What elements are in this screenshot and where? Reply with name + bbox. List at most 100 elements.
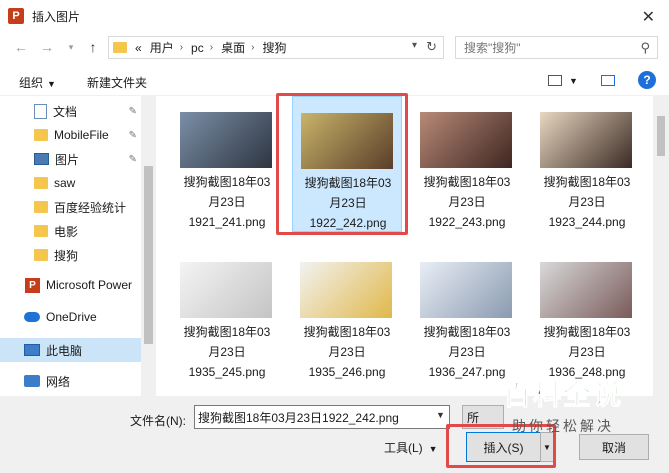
chevron-down-icon[interactable]: ▾ — [412, 40, 417, 51]
chevron-down-icon: ▼ — [428, 444, 438, 454]
back-arrow-icon[interactable]: ← — [10, 36, 32, 58]
file-name-line: 月23日 — [448, 195, 486, 209]
folder-icon — [34, 225, 48, 237]
file-tile-244[interactable]: 搜狗截图18年03 月23日 1923_244.png — [532, 96, 642, 232]
file-name-line: 搜狗截图18年03 — [303, 325, 391, 339]
close-icon[interactable]: ✕ — [642, 7, 655, 27]
up-arrow-icon[interactable]: ↑ — [82, 36, 104, 58]
search-input[interactable]: 搜索"搜狗" ⚲ — [455, 36, 658, 59]
folder-icon — [34, 177, 48, 189]
file-tile-247[interactable]: 搜狗截图18年03 月23日 1936_247.png — [412, 246, 522, 382]
file-name: 搜狗截图18年03 月23日 1935_245.png — [172, 322, 282, 382]
recent-dropdown-icon[interactable]: ▾ — [60, 36, 82, 58]
refresh-icon[interactable]: ↻ — [426, 39, 437, 55]
search-placeholder: 搜索"搜狗" — [464, 41, 521, 55]
breadcrumb-pc[interactable]: pc — [191, 41, 204, 55]
search-icon[interactable]: ⚲ — [640, 40, 650, 56]
sidebar-item-pictures[interactable]: 图片 ✎ — [0, 147, 141, 171]
title-bar: P 插入图片 ✕ — [0, 0, 669, 32]
chevron-down-icon: ▼ — [47, 79, 56, 89]
chevron-down-icon[interactable]: ▼ — [569, 76, 578, 86]
pictures-icon — [34, 153, 49, 165]
filename-input[interactable]: 搜狗截图18年03月23日1922_242.png — [194, 405, 450, 429]
preview-pane-icon[interactable] — [601, 75, 615, 86]
sidebar-item-onedrive[interactable]: OneDrive — [0, 305, 141, 329]
pin-icon[interactable]: ✎ — [129, 130, 137, 141]
highlight-box — [276, 93, 408, 235]
sidebar-scroll-thumb[interactable] — [144, 166, 153, 344]
breadcrumb-sogou[interactable]: 搜狗 — [262, 39, 286, 56]
organize-label: 组织 — [19, 76, 44, 90]
file-thumbnail — [180, 112, 272, 168]
sidebar-item-mobilefile[interactable]: MobileFile ✎ — [0, 123, 141, 147]
new-folder-button[interactable]: 新建文件夹 — [87, 74, 147, 91]
view-options-icon[interactable] — [548, 75, 562, 86]
file-thumbnail — [540, 262, 632, 318]
sidebar-item-label: saw — [54, 176, 76, 190]
folder-icon — [34, 129, 48, 141]
sidebar-item-microsoft-powerpoint[interactable]: P Microsoft Power — [0, 273, 141, 297]
file-name-line: 月23日 — [568, 345, 606, 359]
breadcrumb-chevron-icon[interactable]: › — [251, 42, 254, 53]
content-scroll-thumb[interactable] — [657, 116, 665, 156]
sidebar-item-network[interactable]: 网络 — [0, 369, 141, 393]
sidebar-item-label: 网络 — [46, 374, 71, 389]
network-icon — [24, 375, 40, 387]
file-name-line: 1935_245.png — [188, 365, 266, 379]
sidebar-item-saw[interactable]: saw — [0, 171, 141, 195]
file-thumbnail — [420, 112, 512, 168]
file-tile-243[interactable]: 搜狗截图18年03 月23日 1922_243.png — [412, 96, 522, 232]
watermark-subtitle: 助你轻松解决 — [512, 418, 614, 434]
tools-label: 工具(L) — [384, 441, 423, 455]
file-name: 搜狗截图18年03 月23日 1923_244.png — [532, 172, 642, 232]
organize-button[interactable]: 组织 ▼ — [19, 74, 56, 91]
tools-button[interactable]: 工具(L) ▼ — [384, 439, 438, 456]
file-tile-246[interactable]: 搜狗截图18年03 月23日 1935_246.png — [292, 246, 402, 382]
file-tile-245[interactable]: 搜狗截图18年03 月23日 1935_245.png — [172, 246, 282, 382]
nav-bar: ← → ▾ ↑ « 用户 › pc › 桌面 › 搜狗 ▾ ↻ 搜索"搜狗" ⚲ — [0, 32, 669, 62]
navigation-pane: 文档 ✎ MobileFile ✎ 图片 ✎ saw 百度经验统计 电影 搜狗 … — [0, 96, 156, 396]
sidebar-item-documents[interactable]: 文档 ✎ — [0, 99, 141, 123]
file-name-line: 搜狗截图18年03 — [543, 175, 631, 189]
pin-icon[interactable]: ✎ — [129, 106, 137, 117]
address-bar[interactable]: « 用户 › pc › 桌面 › 搜狗 ▾ ↻ — [108, 36, 444, 59]
sidebar-item-label: 电影 — [54, 224, 79, 239]
file-name: 搜狗截图18年03 月23日 1936_248.png — [532, 322, 642, 382]
file-name-line: 搜狗截图18年03 — [543, 325, 631, 339]
breadcrumb-chevron-icon[interactable]: › — [180, 42, 183, 53]
file-tile-248[interactable]: 搜狗截图18年03 月23日 1936_248.png — [532, 246, 642, 382]
breadcrumb-desktop[interactable]: 桌面 — [221, 39, 245, 56]
sidebar-item-this-pc[interactable]: 此电脑 — [0, 338, 141, 362]
breadcrumb-overflow[interactable]: « — [135, 41, 142, 55]
sidebar-item-movies[interactable]: 电影 — [0, 219, 141, 243]
file-name: 搜狗截图18年03 月23日 1936_247.png — [412, 322, 522, 382]
chevron-down-icon[interactable]: ▼ — [436, 410, 445, 420]
sidebar-item-label: MobileFile — [54, 128, 109, 142]
folder-icon — [113, 42, 127, 53]
sidebar-item-sogou[interactable]: 搜狗 — [0, 243, 141, 267]
file-tile-241[interactable]: 搜狗截图18年03 月23日 1921_241.png — [172, 96, 282, 232]
folder-icon — [34, 249, 48, 261]
computer-icon — [24, 344, 40, 356]
document-icon — [34, 103, 47, 119]
folder-icon — [34, 201, 48, 213]
file-name: 搜狗截图18年03 月23日 1921_241.png — [172, 172, 282, 232]
file-name-line: 搜狗截图18年03 — [423, 175, 511, 189]
command-bar: 组织 ▼ 新建文件夹 ▼ — [0, 66, 669, 96]
watermark: 百科全说 助你轻松解决 — [478, 378, 648, 446]
sidebar-item-baidu-stats[interactable]: 百度经验统计 — [0, 195, 141, 219]
watermark-title: 百科全说 — [502, 379, 623, 411]
file-name-line: 月23日 — [568, 195, 606, 209]
file-name-line: 月23日 — [208, 195, 246, 209]
sidebar-item-label: 文档 — [53, 104, 78, 119]
breadcrumb-chevron-icon[interactable]: › — [210, 42, 213, 53]
file-name-line: 搜狗截图18年03 — [183, 175, 271, 189]
help-icon[interactable]: ? — [638, 71, 656, 89]
file-name-line: 月23日 — [208, 345, 246, 359]
forward-arrow-icon[interactable]: → — [36, 36, 58, 58]
file-name-line: 1921_241.png — [188, 215, 266, 229]
powerpoint-icon: P — [25, 277, 40, 293]
breadcrumb-users[interactable]: 用户 — [150, 39, 174, 56]
pin-icon[interactable]: ✎ — [129, 154, 137, 165]
sidebar-item-label: 此电脑 — [46, 343, 83, 358]
